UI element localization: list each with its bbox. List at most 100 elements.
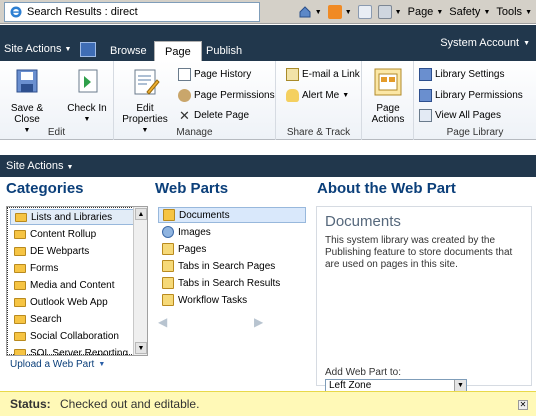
view-all-pages-button[interactable]: View All Pages [419,109,501,122]
close-icon: ✕ [179,108,190,123]
edit-properties-button[interactable]: Edit Properties ▼ [119,66,171,136]
browser-tab-title: Search Results : direct [27,6,138,18]
site-actions-menu-secondary[interactable]: Site Actions ▼ [6,160,73,172]
add-web-part-to-label: Add Web Part to: [325,367,401,378]
home-button[interactable]: ▼ [298,5,322,19]
web-part-item[interactable]: Images [158,224,306,240]
page-menu-label: Page [407,6,434,18]
chevron-down-icon[interactable]: ▼ [135,342,147,354]
about-web-part-name: Documents [325,213,401,230]
web-part-item[interactable]: Documents [158,207,306,223]
edit-properties-label: Edit Properties [122,103,168,125]
chevron-down-icon: ▼ [483,8,491,16]
web-part-item[interactable]: Tabs in Search Pages [158,258,306,274]
ribbon-group-share: E-mail a Link Alert Me ▼ Share & Track [276,61,362,140]
page-menu[interactable]: Page ▼ [408,6,444,18]
about-title: About the Web Part [317,180,456,197]
category-label: Outlook Web App [30,296,108,308]
category-label: Search [30,313,62,325]
safety-menu-label: Safety [449,6,481,18]
mail-button[interactable] [357,5,372,19]
save-close-button[interactable]: Save & Close ▼ [4,66,50,136]
ribbon-group-label: Edit [47,127,66,138]
account-menu[interactable]: System Account ▼ [440,37,530,49]
site-actions-bar: Site Actions ▼ [0,155,536,177]
web-part-item[interactable]: Pages [158,241,306,257]
library-permissions-icon [419,89,432,102]
check-in-icon [78,69,98,93]
page-actions-label: Page Actions [371,103,405,125]
page-actions-button[interactable]: Page Actions [365,66,411,125]
category-item[interactable]: Media and Content [10,277,134,293]
tab-page[interactable]: Page [154,41,202,61]
chevron-left-icon[interactable]: ◀ [158,315,167,329]
rss-icon [327,5,342,19]
browser-tab[interactable]: Search Results : direct [4,2,260,22]
tools-menu[interactable]: Tools ▼ [496,6,532,18]
save-close-label: Save & Close [10,103,44,125]
library-settings-button[interactable]: Library Settings [419,68,504,81]
chevron-down-icon: ▼ [523,39,530,47]
library-permissions-button[interactable]: Library Permissions [419,89,523,102]
category-item[interactable]: Content Rollup [10,226,134,242]
category-item[interactable]: Outlook Web App [10,294,134,310]
library-settings-label: Library Settings [435,69,505,80]
category-item[interactable]: Forms [10,260,134,276]
category-item[interactable]: Social Collaboration [10,328,134,344]
site-actions-label: Site Actions [4,43,62,55]
web-part-label: Documents [179,209,230,221]
categories-list[interactable]: Lists and Libraries Content Rollup DE We… [6,206,148,356]
check-in-label: Check In [67,103,107,114]
category-label: Forms [30,262,59,274]
safety-menu[interactable]: Safety ▼ [449,6,490,18]
page-history-button[interactable]: Page History [178,68,251,81]
ribbon-group-page-actions: Page Actions [362,61,414,140]
email-link-button[interactable]: E-mail a Link [286,68,360,81]
ribbon-header: Site Actions ▼ Browse Page Publish Syste… [0,25,536,61]
tab-browse[interactable]: Browse [100,41,157,61]
chevron-down-icon: ▼ [66,164,74,171]
tab-publish[interactable]: Publish [196,41,252,61]
chevron-up-icon[interactable]: ▲ [135,208,147,220]
ribbon-group-manage: Edit Properties ▼ Page History Page Perm… [114,61,276,140]
category-item[interactable]: DE Webparts [10,243,134,259]
web-part-label: Workflow Tasks [178,294,248,306]
ribbon-group-label: Share & Track [286,127,351,138]
close-icon[interactable]: ✕ [518,400,528,410]
delete-page-button[interactable]: ✕ Delete Page [178,109,249,122]
category-item[interactable]: Search [10,311,134,327]
site-actions-menu[interactable]: Site Actions ▼ [4,43,71,55]
chevron-down-icon: ▼ [98,361,106,368]
check-in-button[interactable]: Check In ▼ [64,66,110,125]
navigate-up-icon[interactable] [80,42,96,57]
browser-toolbar: Search Results : direct ▼ ▼ ▼ Page ▼ Saf… [0,0,536,24]
status-label: Status: [10,397,51,411]
page-permissions-button[interactable]: Page Permissions [178,89,275,102]
account-name: System Account [440,37,520,49]
status-bar: Status: Checked out and editable. ✕ [0,391,536,416]
alert-me-button[interactable]: Alert Me ▼ [286,89,349,102]
chevron-down-icon: ▼ [314,8,322,16]
chevron-down-icon: ▼ [344,8,352,16]
category-label: Lists and Libraries [31,211,113,223]
web-part-item[interactable]: Tabs in Search Results [158,275,306,291]
upload-web-part-link[interactable]: Upload a Web Part ▼ [10,359,105,370]
web-parts-list[interactable]: Documents Images Pages Tabs in Search Pa… [155,206,307,386]
library-settings-icon [419,68,432,81]
images-icon [162,226,174,238]
category-item[interactable]: Lists and Libraries [10,209,134,225]
feeds-button[interactable]: ▼ [327,5,352,19]
site-actions-label: Site Actions [6,160,64,172]
folder-icon [14,280,26,290]
categories-scrollbar[interactable]: ▲ ▼ [133,207,147,355]
view-all-pages-icon [419,109,432,122]
chevron-right-icon[interactable]: ▶ [254,315,263,329]
categories-list-items: Lists and Libraries Content Rollup DE We… [7,207,134,355]
category-item[interactable]: SQL Server Reporting [10,345,134,355]
save-icon [16,69,38,93]
web-part-item[interactable]: Workflow Tasks [158,292,306,308]
folder-icon [14,297,26,307]
mail-icon [286,68,299,81]
print-button[interactable]: ▼ [377,5,402,19]
chevron-down-icon: ▼ [394,8,402,16]
